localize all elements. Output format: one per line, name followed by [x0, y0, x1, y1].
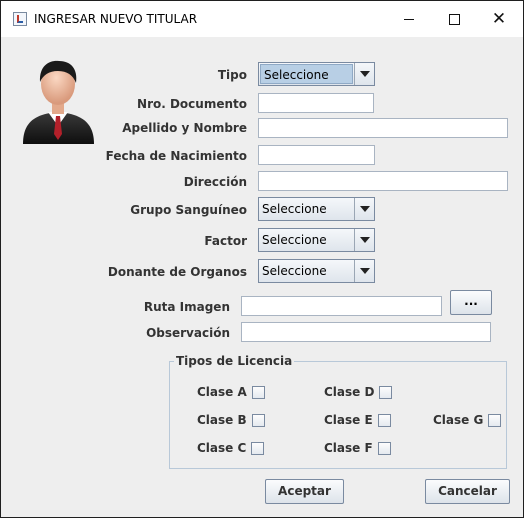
clase-d-box[interactable]	[379, 385, 393, 399]
donante-select[interactable]: Seleccione	[258, 259, 375, 283]
clase-b-box[interactable]	[251, 413, 265, 427]
ruta-imagen-label: Ruta Imagen	[143, 300, 230, 314]
factor-select[interactable]: Seleccione	[258, 228, 375, 252]
fecha-nacimiento-label: Fecha de Nacimiento	[105, 149, 247, 163]
clase-b-label: Clase B	[197, 413, 247, 427]
clase-f-checkbox[interactable]: Clase F	[324, 441, 391, 455]
grupo-sanguineo-select-value: Seleccione	[262, 202, 327, 216]
nro-documento-label: Nro. Documento	[137, 97, 247, 111]
clase-c-box[interactable]	[251, 441, 265, 455]
apellido-nombre-input[interactable]	[258, 118, 508, 138]
licencia-group: Tipos de Licencia Clase A Clase B Clase …	[169, 354, 507, 469]
grupo-sanguineo-label: Grupo Sanguíneo	[130, 203, 247, 217]
clase-a-box[interactable]	[251, 385, 265, 399]
title-bar[interactable]: INGRESAR NUEVO TITULAR ✕	[1, 1, 523, 37]
chevron-down-icon[interactable]	[354, 63, 374, 85]
clase-g-box[interactable]	[488, 413, 502, 427]
factor-select-value: Seleccione	[262, 233, 327, 247]
nro-documento-input[interactable]	[258, 93, 374, 113]
fecha-nacimiento-input[interactable]	[258, 145, 375, 165]
chevron-down-icon[interactable]	[354, 198, 374, 220]
close-icon: ✕	[491, 8, 507, 29]
clase-g-checkbox[interactable]: Clase G	[433, 413, 502, 427]
minimize-button[interactable]	[386, 1, 432, 37]
chevron-down-icon[interactable]	[354, 229, 374, 251]
browse-image-button[interactable]: ...	[450, 290, 492, 315]
observacion-label: Observación	[146, 326, 230, 340]
close-button[interactable]: ✕	[476, 1, 522, 37]
clase-c-label: Clase C	[197, 441, 247, 455]
tipo-select[interactable]: Seleccione	[258, 62, 375, 86]
observacion-input[interactable]	[241, 322, 491, 342]
clase-e-label: Clase E	[324, 413, 373, 427]
donante-label: Donante de Organos	[107, 265, 247, 279]
clase-a-checkbox[interactable]: Clase A	[197, 385, 265, 399]
clase-g-label: Clase G	[433, 413, 484, 427]
accept-button[interactable]: Aceptar	[265, 479, 344, 504]
maximize-icon	[448, 13, 460, 25]
clase-e-box[interactable]	[377, 413, 391, 427]
clase-d-label: Clase D	[324, 385, 375, 399]
clase-e-checkbox[interactable]: Clase E	[324, 413, 391, 427]
ruta-imagen-input[interactable]	[241, 296, 442, 316]
clase-a-label: Clase A	[197, 385, 247, 399]
licencia-group-title: Tipos de Licencia	[174, 354, 295, 368]
tipo-select-value: Seleccione	[260, 64, 353, 84]
grupo-sanguineo-select[interactable]: Seleccione	[258, 197, 375, 221]
cancel-button[interactable]: Cancelar	[425, 479, 510, 504]
user-avatar-icon	[23, 60, 94, 144]
chevron-down-icon[interactable]	[354, 260, 374, 282]
factor-label: Factor	[204, 234, 247, 248]
window-title: INGRESAR NUEVO TITULAR	[34, 12, 198, 26]
direccion-label: Dirección	[183, 175, 247, 189]
tipo-label: Tipo	[217, 68, 247, 82]
java-app-icon	[13, 12, 27, 26]
maximize-button[interactable]	[431, 1, 477, 37]
minimize-icon	[404, 18, 414, 20]
clase-f-box[interactable]	[377, 441, 391, 455]
direccion-input[interactable]	[258, 171, 508, 191]
clase-c-checkbox[interactable]: Clase C	[197, 441, 265, 455]
donante-select-value: Seleccione	[262, 264, 327, 278]
clase-d-checkbox[interactable]: Clase D	[324, 385, 393, 399]
clase-f-label: Clase F	[324, 441, 373, 455]
dialog-window: INGRESAR NUEVO TITULAR ✕ Tipo Seleccione…	[0, 0, 524, 518]
clase-b-checkbox[interactable]: Clase B	[197, 413, 265, 427]
apellido-nombre-label: Apellido y Nombre	[122, 121, 247, 135]
